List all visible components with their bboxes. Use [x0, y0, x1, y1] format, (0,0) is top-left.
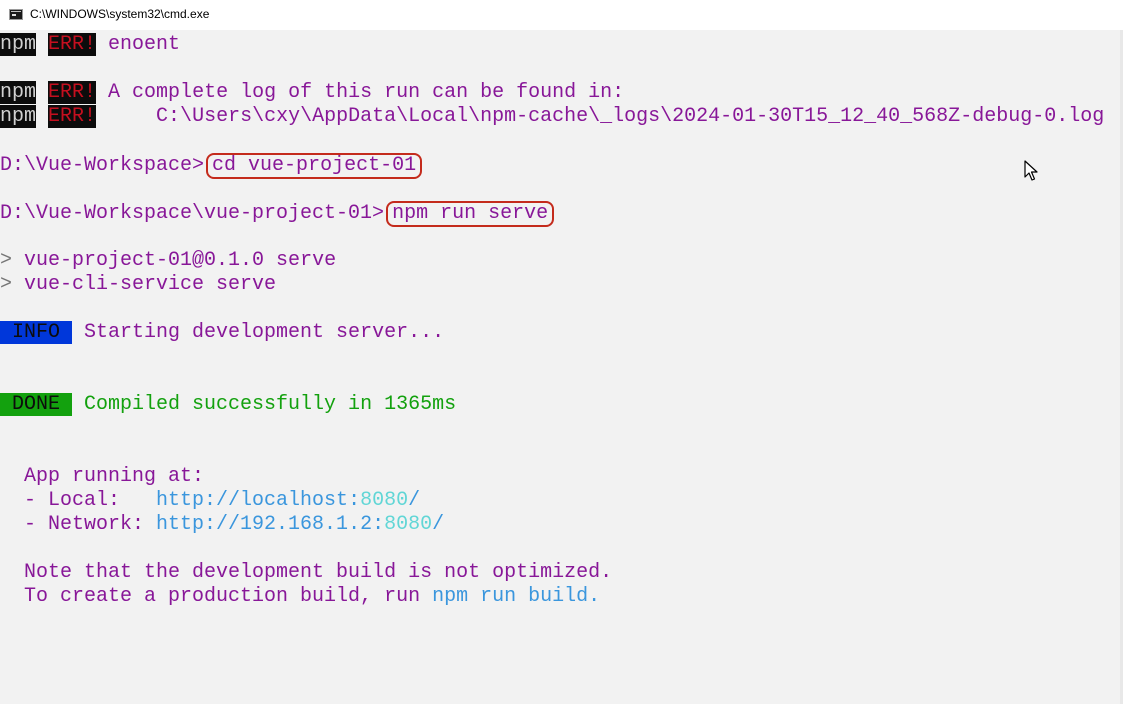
note-suffix: .: [588, 585, 601, 608]
note-prefix: To create a production build, run: [0, 585, 433, 608]
npm-tag: npm: [0, 81, 37, 104]
script-line: > vue-project-01@0.1.0 serve: [0, 249, 336, 273]
info-text: Starting development server...: [72, 321, 445, 344]
npm-tag: npm: [0, 33, 37, 56]
info-badge: INFO: [0, 321, 73, 344]
shell-prompt: D:\Vue-Workspace\vue-project-01>: [0, 202, 385, 225]
npm-tag: npm: [0, 105, 37, 128]
npm-error-line: npm ERR! A complete log of this run can …: [0, 81, 624, 105]
local-port[interactable]: 8080: [360, 489, 408, 512]
error-text: enoent: [96, 33, 181, 56]
highlighted-command: npm run serve: [386, 201, 555, 227]
network-slash[interactable]: /: [432, 513, 444, 536]
error-text: A complete log of this run can be found …: [96, 81, 625, 104]
script-text: vue-project-01@0.1.0 serve: [12, 249, 337, 272]
local-slash[interactable]: /: [408, 489, 420, 512]
err-tag: ERR!: [48, 105, 97, 128]
script-line: > vue-cli-service serve: [0, 273, 276, 297]
window-title: C:\WINDOWS\system32\cmd.exe: [30, 7, 210, 21]
local-url-link[interactable]: http://localhost:8080/: [156, 489, 420, 512]
err-tag: ERR!: [48, 81, 97, 104]
title-bar[interactable]: C:\WINDOWS\system32\cmd.exe: [0, 0, 1123, 31]
network-url-link[interactable]: http://192.168.1.2:8080/: [156, 513, 444, 536]
command-line: D:\Vue-Workspace> cd vue-project-01: [0, 153, 423, 179]
note-line: Note that the development build is not o…: [0, 561, 613, 584]
local-url[interactable]: http://localhost:: [156, 489, 360, 512]
err-tag: ERR!: [48, 33, 97, 56]
npm-error-line: npm ERR! C:\Users\cxy\AppData\Local\npm-…: [0, 105, 1104, 129]
script-text: vue-cli-service serve: [12, 273, 277, 296]
mouse-pointer-icon: [1024, 160, 1038, 181]
chevron-right-icon: >: [0, 249, 13, 272]
network-label: - Network:: [0, 513, 157, 536]
log-path: C:\Users\cxy\AppData\Local\npm-cache\_lo…: [96, 105, 1105, 128]
console-icon: [9, 9, 23, 20]
done-line: DONE Compiled successfully in 1365ms: [0, 393, 456, 417]
network-url[interactable]: http://192.168.1.2:: [156, 513, 384, 536]
info-line: INFO Starting development server...: [0, 321, 444, 345]
console-output[interactable]: npm ERR! enoent npm ERR! A complete log …: [0, 30, 1120, 704]
note-line: To create a production build, run npm ru…: [0, 585, 600, 609]
app-running-heading: App running at:: [0, 465, 205, 488]
done-badge: DONE: [0, 393, 73, 416]
shell-prompt: D:\Vue-Workspace>: [0, 154, 205, 177]
highlighted-command: cd vue-project-01: [206, 153, 423, 179]
build-command: npm run build: [432, 585, 589, 608]
network-port[interactable]: 8080: [384, 513, 432, 536]
npm-error-line: npm ERR! enoent: [0, 33, 180, 57]
done-text: Compiled successfully in 1365ms: [72, 393, 457, 416]
local-url-line: - Local: http://localhost:8080/: [0, 489, 420, 513]
network-url-line: - Network: http://192.168.1.2:8080/: [0, 513, 444, 537]
command-line: D:\Vue-Workspace\vue-project-01> npm run …: [0, 201, 555, 227]
local-label: - Local:: [0, 489, 157, 512]
chevron-right-icon: >: [0, 273, 13, 296]
